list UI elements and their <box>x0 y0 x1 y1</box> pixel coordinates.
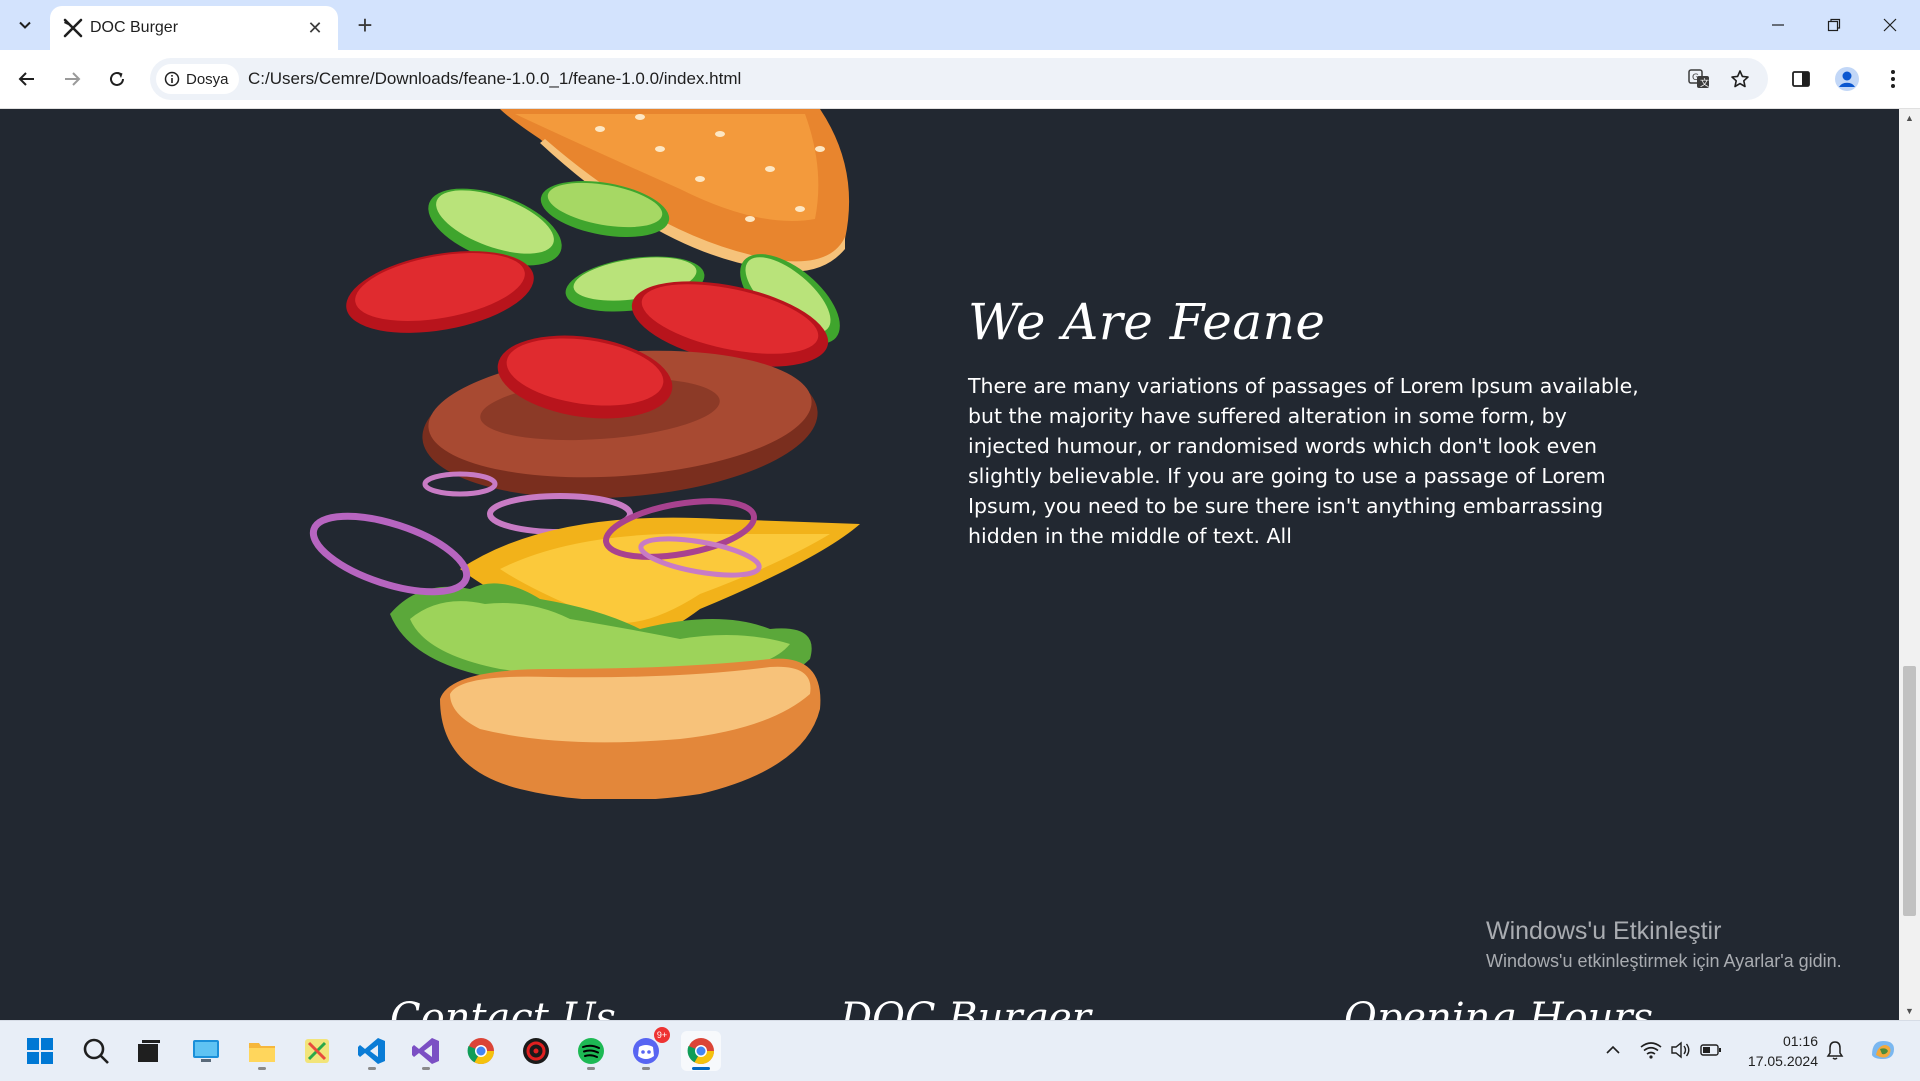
restore-button[interactable] <box>1806 0 1862 50</box>
active-indicator <box>692 1067 710 1070</box>
vscode-button[interactable] <box>352 1031 392 1071</box>
tab-strip: DOC Burger ✕ + <box>0 0 1920 50</box>
tab-title: DOC Burger <box>90 19 179 36</box>
scroll-thumb[interactable] <box>1903 666 1916 916</box>
close-icon <box>1883 18 1897 32</box>
url-text[interactable]: C:/Users/Cemre/Downloads/feane-1.0.0_1/f… <box>248 69 741 89</box>
menu-button[interactable] <box>1876 62 1910 96</box>
start-button[interactable] <box>20 1031 60 1071</box>
footer-brand-heading[interactable]: DOC Burger <box>840 995 1091 1020</box>
volume-button[interactable] <box>1668 1035 1694 1065</box>
vscode-icon <box>358 1038 385 1064</box>
forward-button[interactable] <box>55 62 89 96</box>
translate-icon: G文 <box>1688 69 1709 89</box>
close-window-button[interactable] <box>1862 0 1918 50</box>
bookmark-button[interactable] <box>1727 66 1753 92</box>
tab-search-button[interactable] <box>10 10 40 40</box>
task-view-icon <box>138 1040 160 1062</box>
discord-button[interactable]: 9+ <box>626 1027 670 1071</box>
clock-time: 01:16 <box>1782 1033 1818 1049</box>
battery-button[interactable] <box>1698 1035 1724 1065</box>
kebab-menu-icon <box>1891 70 1895 88</box>
search-icon <box>83 1038 109 1064</box>
running-indicator <box>587 1067 595 1070</box>
forward-arrow-icon <box>65 72 81 86</box>
chrome-active-button[interactable] <box>681 1031 721 1071</box>
chevron-up-icon <box>1606 1045 1620 1054</box>
bell-icon <box>1826 1041 1844 1060</box>
address-bar[interactable]: Dosya C:/Users/Cemre/Downloads/feane-1.0… <box>150 58 1768 100</box>
profile-button[interactable] <box>1830 62 1864 96</box>
visual-studio-button[interactable] <box>406 1031 446 1071</box>
svg-text:文: 文 <box>1700 77 1709 89</box>
about-paragraph: There are many variations of passages of… <box>968 374 1639 548</box>
back-button[interactable] <box>10 62 44 96</box>
back-arrow-icon <box>18 72 34 86</box>
minimize-icon <box>1772 24 1784 26</box>
wifi-icon <box>1640 1042 1662 1059</box>
chrome-active-icon <box>687 1038 715 1065</box>
info-icon <box>164 71 180 87</box>
activation-watermark-subtitle: Windows'u etkinleştirmek için Ayarlar'a … <box>1486 951 1842 971</box>
show-hidden-icons-button[interactable] <box>1600 1035 1626 1065</box>
search-button[interactable] <box>76 1031 116 1071</box>
burger-illustration <box>309 109 860 799</box>
game-app-icon <box>523 1038 549 1064</box>
new-tab-button[interactable]: + <box>350 10 380 40</box>
minimize-button[interactable] <box>1750 0 1806 50</box>
site-info-chip[interactable]: Dosya <box>156 64 239 94</box>
page-viewport: We Are Feane There are many variations o… <box>0 109 1899 1020</box>
desktop-app-button[interactable] <box>186 1031 226 1071</box>
copilot-icon <box>1872 1041 1894 1059</box>
chrome-icon <box>467 1038 495 1065</box>
browser-toolbar: Dosya C:/Users/Cemre/Downloads/feane-1.0… <box>0 50 1920 109</box>
chevron-down-icon <box>19 21 31 29</box>
close-tab-icon[interactable]: ✕ <box>302 15 328 41</box>
task-view-button[interactable] <box>129 1031 169 1071</box>
paint-icon <box>305 1039 329 1063</box>
star-icon <box>1731 70 1749 88</box>
copilot-button[interactable] <box>1866 1035 1900 1065</box>
scroll-down-arrow-icon[interactable]: ▼ <box>1899 1002 1920 1020</box>
profile-avatar-icon <box>1835 67 1859 91</box>
notifications-button[interactable] <box>1822 1035 1848 1065</box>
footer-hours-heading: Opening Hours <box>1344 995 1654 1020</box>
active-tab[interactable]: DOC Burger ✕ <box>50 6 338 50</box>
windows-taskbar: 9+ 01:16 17.05.2024 <box>0 1020 1920 1081</box>
start-icon <box>27 1038 53 1064</box>
chrome-button[interactable] <box>461 1031 501 1071</box>
restore-icon <box>1827 18 1841 32</box>
running-indicator <box>368 1067 376 1070</box>
running-indicator <box>258 1067 266 1070</box>
game-app-button[interactable] <box>516 1031 556 1071</box>
volume-icon <box>1671 1041 1690 1059</box>
battery-icon <box>1700 1044 1721 1056</box>
paint-app-button[interactable] <box>297 1031 337 1071</box>
side-panel-button[interactable] <box>1784 62 1818 96</box>
scroll-up-arrow-icon[interactable]: ▲ <box>1899 109 1920 127</box>
about-heading: We Are Feane <box>968 293 1326 351</box>
reload-button[interactable] <box>100 62 134 96</box>
desktop-icon <box>193 1040 219 1062</box>
side-panel-icon <box>1792 71 1810 87</box>
site-info-label: Dosya <box>186 70 229 88</box>
file-explorer-button[interactable] <box>242 1031 282 1071</box>
spotify-icon <box>578 1038 604 1064</box>
spotify-button[interactable] <box>571 1031 611 1071</box>
visual-studio-icon <box>412 1038 439 1064</box>
activation-watermark-title: Windows'u Etkinleştir <box>1486 917 1722 945</box>
running-indicator <box>642 1067 650 1070</box>
wifi-button[interactable] <box>1638 1035 1664 1065</box>
file-explorer-icon <box>249 1043 275 1062</box>
discord-notification-badge: 9+ <box>654 1027 670 1043</box>
footer-contact-heading: Contact Us <box>390 995 616 1020</box>
clock-date: 17.05.2024 <box>1747 1053 1818 1069</box>
translate-button[interactable]: G文 <box>1686 66 1712 92</box>
cutlery-favicon-icon <box>63 18 83 38</box>
system-clock[interactable]: 01:16 17.05.2024 <box>1738 1031 1818 1071</box>
reload-icon <box>110 71 124 86</box>
page-scrollbar[interactable]: ▲ ▼ <box>1899 109 1920 1020</box>
running-indicator <box>422 1067 430 1070</box>
